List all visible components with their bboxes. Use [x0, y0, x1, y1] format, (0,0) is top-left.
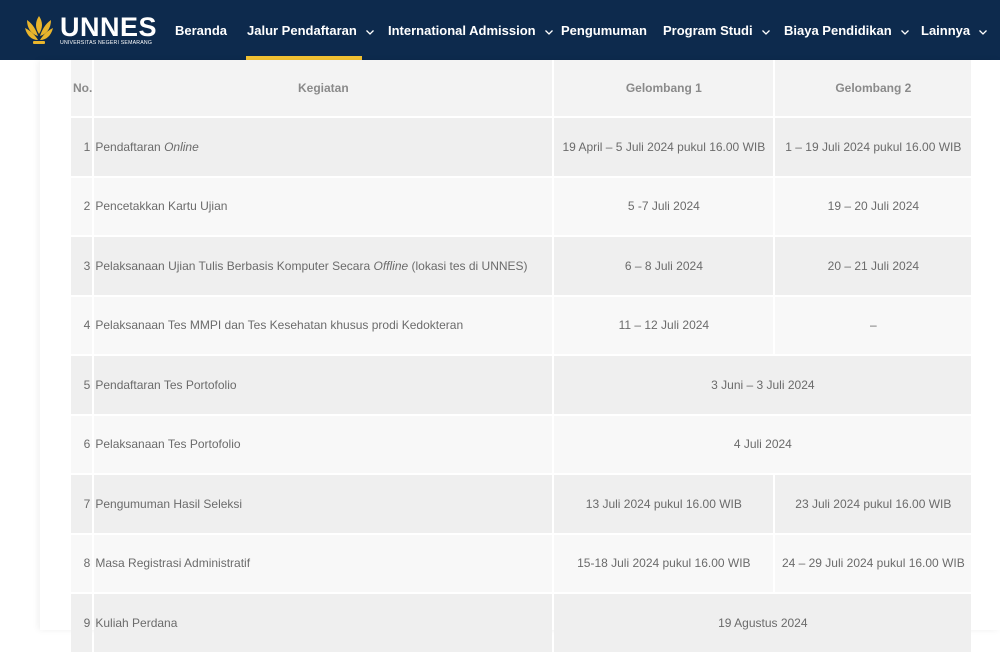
header-gelombang-1: Gelombang 1	[554, 60, 774, 116]
nav-lainnya[interactable]: Lainnya	[921, 0, 988, 60]
table-row: 4 Pelaksanaan Tes MMPI dan Tes Kesehatan…	[71, 296, 972, 354]
chevron-down-icon	[544, 23, 553, 38]
nav-label: Jalur Pendaftaran	[247, 22, 357, 38]
table-row: 1 Pendaftaran Online 19 April – 5 Juli 2…	[71, 118, 972, 176]
table-row: 9 Kuliah Perdana 19 Agustus 2024	[71, 594, 972, 652]
row-gelombang-2: 20 – 21 Juli 2024	[775, 237, 972, 295]
row-gelombang-2: –	[775, 296, 972, 354]
table-row: 6 Pelaksanaan Tes Portofolio 4 Juli 2024	[71, 415, 972, 473]
chevron-down-icon	[761, 23, 770, 38]
row-number: 9	[71, 594, 93, 652]
nav-beranda[interactable]: Beranda	[175, 0, 227, 60]
row-number: 1	[71, 118, 93, 176]
row-number: 6	[71, 415, 93, 473]
brand-name: UNNES	[60, 12, 158, 42]
row-activity: Pelaksanaan Ujian Tulis Berbasis Kompute…	[94, 237, 553, 295]
nav-program-studi[interactable]: Program Studi	[663, 0, 770, 60]
row-number: 7	[71, 475, 93, 533]
row-activity: Kuliah Perdana	[94, 594, 553, 652]
nav-label: Program Studi	[663, 22, 753, 38]
nav-pengumuman[interactable]: Pengumuman	[561, 0, 647, 60]
chevron-down-icon	[900, 23, 909, 38]
row-gelombang-2: 1 – 19 Juli 2024 pukul 16.00 WIB	[775, 118, 972, 176]
row-activity: Pelaksanaan Tes Portofolio	[94, 415, 553, 473]
nav-international-admission[interactable]: International Admission	[388, 0, 553, 60]
row-merged-schedule: 3 Juni – 3 Juli 2024	[554, 356, 972, 414]
row-gelombang-1: 15-18 Juli 2024 pukul 16.00 WIB	[554, 534, 774, 592]
row-number: 8	[71, 534, 93, 592]
row-number: 3	[71, 237, 93, 295]
row-gelombang-1: 11 – 12 Juli 2024	[554, 296, 774, 354]
row-activity: Pendaftaran Online	[94, 118, 553, 176]
logo-text: UNNES UNIVERSITAS NEGERI SEMARANG	[60, 13, 157, 47]
row-gelombang-1: 13 Juli 2024 pukul 16.00 WIB	[554, 475, 774, 533]
nav-label: Pengumuman	[561, 22, 647, 38]
row-activity: Pendaftaran Tes Portofolio	[94, 356, 553, 414]
row-number: 2	[71, 177, 93, 235]
header-no: No.	[71, 60, 93, 116]
table-row: 5 Pendaftaran Tes Portofolio 3 Juni – 3 …	[71, 356, 972, 414]
chevron-down-icon	[365, 23, 374, 38]
nav-jalur-pendaftaran[interactable]: Jalur Pendaftaran	[247, 0, 374, 60]
nav-biaya-pendidikan[interactable]: Biaya Pendidikan	[784, 0, 909, 60]
row-gelombang-1: 5 -7 Juli 2024	[554, 177, 774, 235]
row-gelombang-1: 6 – 8 Juli 2024	[554, 237, 774, 295]
nav-label: Beranda	[175, 22, 228, 38]
row-activity: Pelaksanaan Tes MMPI dan Tes Kesehatan k…	[94, 296, 553, 354]
row-activity: Masa Registrasi Administratif	[94, 534, 553, 592]
unnes-logo[interactable]: UNNES UNIVERSITAS NEGERI SEMARANG	[24, 10, 157, 50]
row-activity: Pencetakkan Kartu Ujian	[94, 177, 553, 235]
row-number: 4	[71, 296, 93, 354]
schedule-table: No. Kegiatan Gelombang 1 Gelombang 2 1 P…	[69, 58, 973, 654]
row-number: 5	[71, 356, 93, 414]
table-header-row: No. Kegiatan Gelombang 1 Gelombang 2	[71, 60, 972, 116]
row-activity: Pengumuman Hasil Seleksi	[94, 475, 553, 533]
row-merged-schedule: 19 Agustus 2024	[554, 594, 972, 652]
header-kegiatan: Kegiatan	[94, 60, 553, 116]
row-merged-schedule: 4 Juli 2024	[554, 415, 972, 473]
nav-label: Biaya Pendidikan	[784, 22, 892, 38]
top-navbar: UNNES UNIVERSITAS NEGERI SEMARANG Berand…	[0, 0, 1000, 60]
unnes-emblem-icon	[25, 16, 53, 44]
row-gelombang-2: 19 – 20 Juli 2024	[775, 177, 972, 235]
table-row: 2 Pencetakkan Kartu Ujian 5 -7 Juli 2024…	[71, 177, 972, 235]
table-row: 8 Masa Registrasi Administratif 15-18 Ju…	[71, 534, 972, 592]
nav-label: International Admission	[388, 22, 536, 38]
header-gelombang-2: Gelombang 2	[775, 60, 972, 116]
row-gelombang-2: 24 – 29 Juli 2024 pukul 16.00 WIB	[775, 534, 972, 592]
table-row: 7 Pengumuman Hasil Seleksi 13 Juli 2024 …	[71, 475, 972, 533]
brand-subtitle: UNIVERSITAS NEGERI SEMARANG	[60, 40, 153, 46]
row-gelombang-2: 23 Juli 2024 pukul 16.00 WIB	[775, 475, 972, 533]
chevron-down-icon	[979, 23, 988, 38]
table-row: 3 Pelaksanaan Ujian Tulis Berbasis Kompu…	[71, 237, 972, 295]
row-gelombang-1: 19 April – 5 Juli 2024 pukul 16.00 WIB	[554, 118, 774, 176]
nav-label: Lainnya	[921, 22, 971, 38]
